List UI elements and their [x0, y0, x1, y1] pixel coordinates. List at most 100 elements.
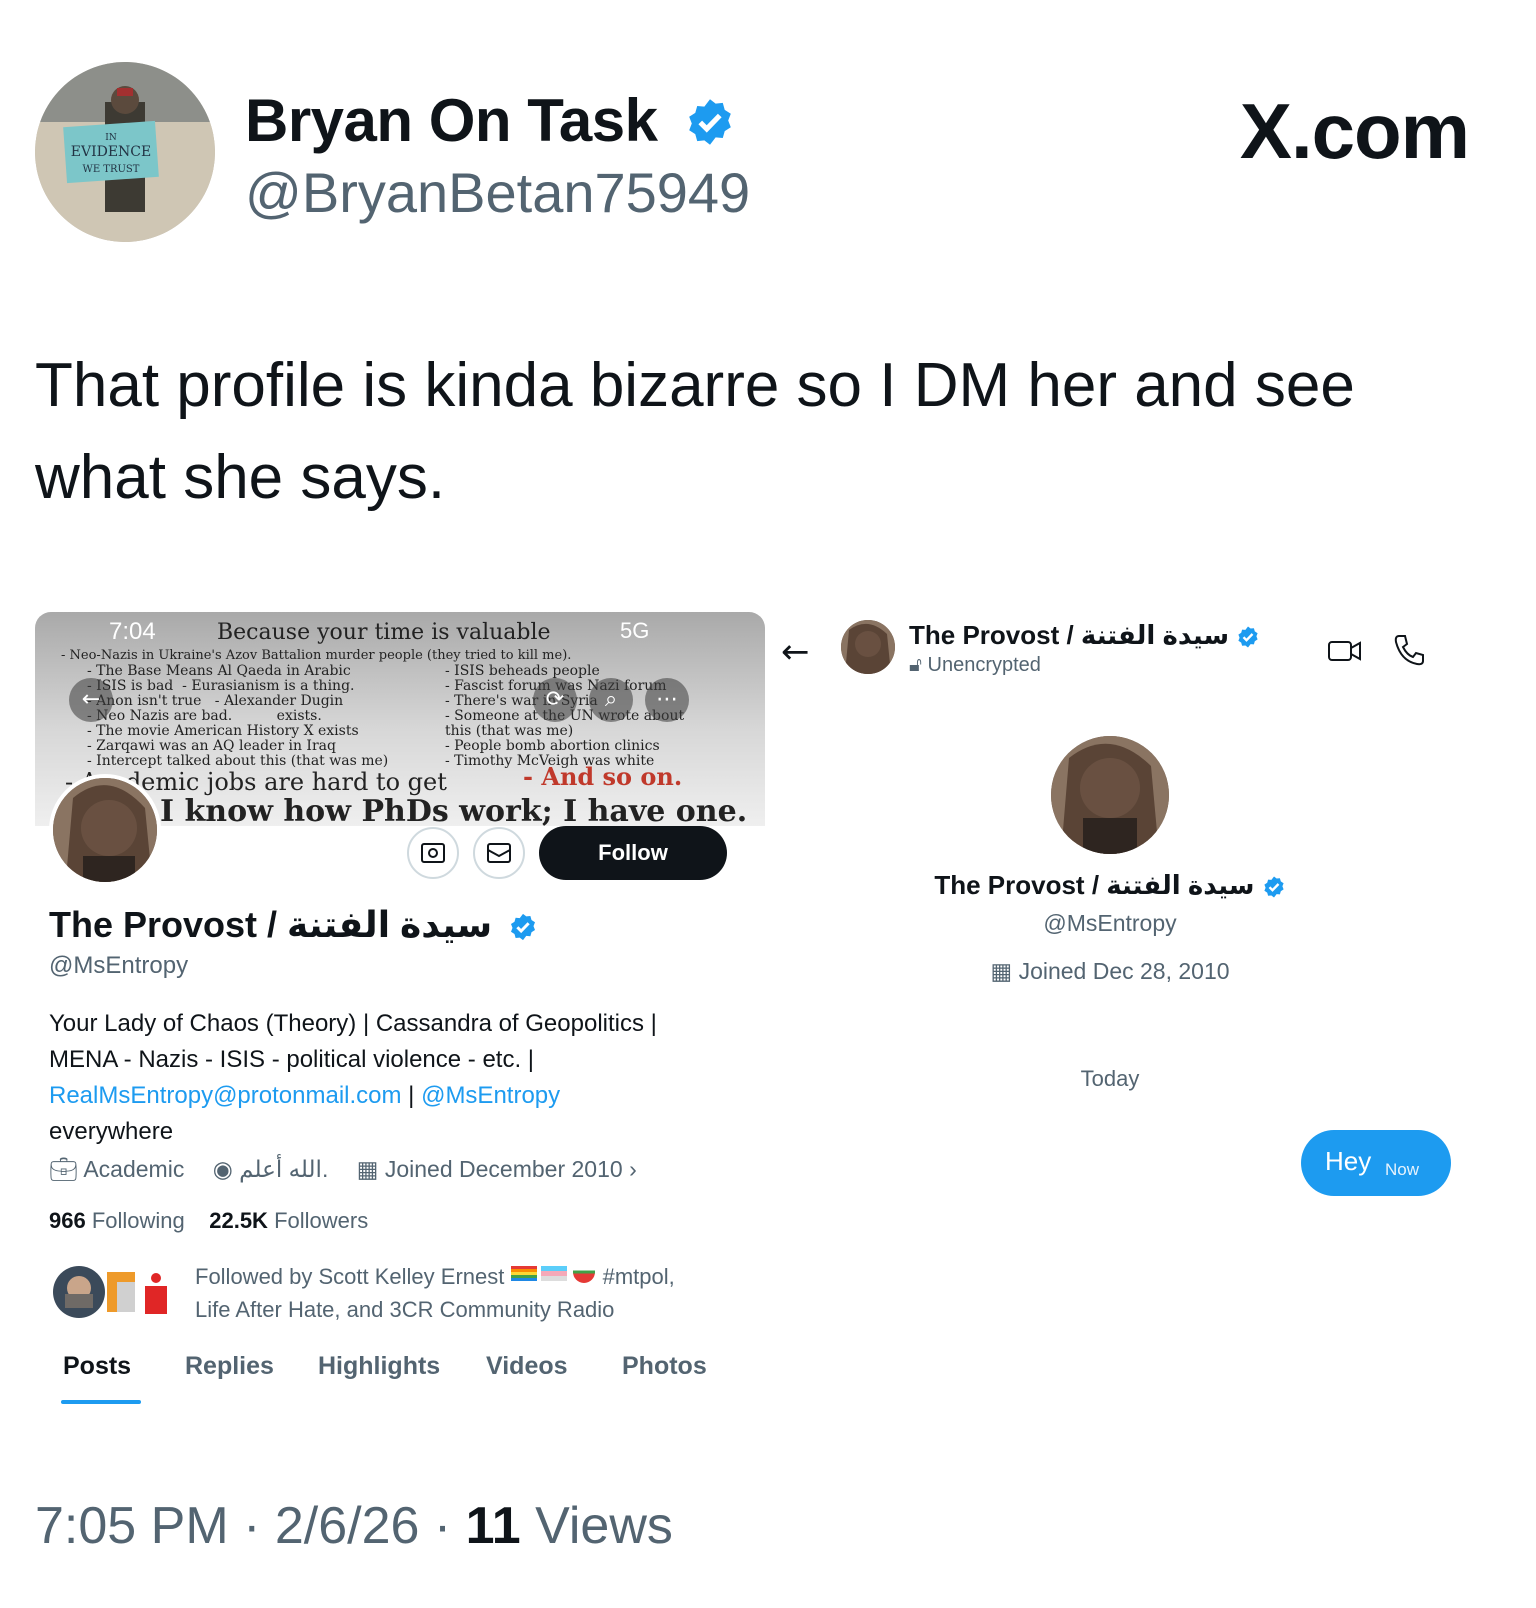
following-count: 966 [49, 1208, 86, 1233]
back-icon[interactable]: ← [69, 678, 113, 722]
banner-col1: - The Base Means Al Qaeda in Arabic - IS… [87, 663, 389, 769]
tab-photos[interactable]: Photos [622, 1352, 707, 1381]
verified-badge-icon [1238, 626, 1258, 648]
bio-mention-link[interactable]: @MsEntropy [421, 1082, 560, 1109]
dm-message-text: Hey [1325, 1146, 1372, 1176]
dm-profile-handle: @MsEntropy [1043, 910, 1177, 936]
phone-call-icon[interactable] [1389, 630, 1429, 670]
profile-name: The Provost / سيدة الفتنة [49, 904, 538, 946]
footer-sep-1: · [228, 1497, 275, 1555]
bio-line2: MENA - Nazis - ISIS - political violence… [49, 1046, 535, 1073]
views-label: Views [520, 1497, 673, 1555]
chevron-right-icon: › [629, 1156, 637, 1182]
tab-videos[interactable]: Videos [486, 1352, 568, 1381]
author-handle[interactable]: @BryanBetan75949 [245, 160, 750, 225]
message-icon[interactable] [473, 827, 525, 879]
followed-by-text: Followed by Scott Kelley Ernest #mtpol, … [195, 1260, 755, 1326]
tweet-date[interactable]: 2/6/26 [275, 1497, 420, 1555]
followers-count: 22.5K [209, 1208, 268, 1233]
back-arrow-icon[interactable]: ← [781, 632, 810, 672]
verified-badge-icon [684, 93, 736, 145]
tweet-header: IN EVIDENCE WE TRUST Bryan On Task @Brya… [35, 62, 1505, 244]
x-logo: X.com [1239, 87, 1470, 175]
dm-header-avatar[interactable] [841, 620, 895, 674]
dm-profile-name-text: The Provost / سيدة الفتنة [934, 870, 1255, 900]
profile-screenshot: 7:04 5G Because your time is valuable - … [35, 612, 765, 1432]
tab-posts[interactable]: Posts [63, 1352, 131, 1381]
dm-message-time: Now [1385, 1160, 1420, 1179]
followers-label: Followers [274, 1208, 369, 1233]
briefcase-icon: 💼︎ [49, 1156, 79, 1182]
flag-emoji-icons [510, 1264, 597, 1289]
calendar-icon: ▦ [356, 1156, 379, 1182]
status-time: 7:04 [109, 618, 156, 645]
dm-message-bubble[interactable]: Hey Now [1301, 1130, 1451, 1196]
dm-profile-name: The Provost / سيدة الفتنة [775, 870, 1445, 901]
active-tab-indicator [61, 1400, 141, 1404]
profile-name-text: The Provost / سيدة الفتنة [49, 904, 493, 945]
dm-joined-text: Joined Dec 28, 2010 [1018, 958, 1230, 984]
video-call-icon[interactable] [1325, 630, 1365, 670]
author-avatar[interactable]: IN EVIDENCE WE TRUST [35, 62, 215, 242]
location-pin-icon: ◉ [212, 1156, 233, 1182]
dm-screenshot: ← The Provost / سيدة الفتنة 🔓︎ Unencrypt… [775, 612, 1485, 1232]
profile-handle: @MsEntropy [49, 952, 189, 979]
tweet-time[interactable]: 7:05 PM [35, 1497, 229, 1555]
sign-text-2: EVIDENCE [71, 144, 152, 160]
verified-badge-icon [1264, 876, 1284, 898]
meta-joined-text: Joined December 2010 [384, 1156, 623, 1182]
refresh-icon[interactable]: ⟳ [533, 678, 577, 722]
follower-avatars [53, 1266, 167, 1318]
author-name[interactable]: Bryan On Task [245, 86, 736, 155]
dm-encryption-status: 🔓︎ Unencrypted [909, 654, 1041, 677]
bio-line4: everywhere [49, 1118, 174, 1145]
banner-line2: - Neo-Nazis in Ukraine's Azov Battalion … [61, 648, 572, 663]
subscribe-icon[interactable] [407, 827, 459, 879]
profile-bio: Your Lady of Chaos (Theory) | Cassandra … [49, 1006, 739, 1150]
followed-by-tag: #mtpol, [602, 1264, 675, 1289]
bio-email-link[interactable]: RealMsEntropy@protonmail.com [49, 1082, 402, 1109]
banner-so-on: - And so on. [523, 762, 683, 791]
author-name-text[interactable]: Bryan On Task [245, 87, 658, 154]
dm-profile-avatar[interactable] [1051, 736, 1169, 854]
footer-sep-2: · [419, 1497, 466, 1555]
banner-line1: Because your time is valuable [217, 620, 551, 645]
views-count: 11 [465, 1497, 521, 1555]
meta-location-text: الله أعلم. [239, 1156, 329, 1182]
sign-text-1: IN [105, 133, 117, 143]
calendar-icon: ▦ [990, 958, 1013, 984]
profile-avatar[interactable] [49, 774, 161, 886]
unlock-icon: 🔓︎ [909, 654, 922, 676]
dm-header-name-text[interactable]: The Provost / سيدة الفتنة [909, 620, 1229, 650]
verified-badge-icon [511, 914, 536, 941]
banner-phd: I know how PhDs work; I have one. [160, 794, 748, 826]
bio-line1: Your Lady of Chaos (Theory) | Cassandra … [49, 1010, 657, 1037]
meta-category: 💼︎ Academic [49, 1156, 184, 1182]
dm-profile-joined: ▦ Joined Dec 28, 2010 [775, 958, 1445, 985]
meta-category-text: Academic [83, 1156, 185, 1182]
dm-day-divider: Today [1080, 1066, 1140, 1091]
tab-highlights[interactable]: Highlights [318, 1352, 440, 1381]
meta-joined[interactable]: ▦ Joined December 2010 › [357, 1156, 637, 1182]
bio-line3: RealMsEntropy@protonmail.com | @MsEntrop… [49, 1078, 739, 1114]
followed-by[interactable]: Followed by Scott Kelley Ernest #mtpol, … [49, 1260, 749, 1330]
following-label: Following [91, 1208, 185, 1233]
profile-counts: 966 Following 22.5K Followers [49, 1208, 368, 1234]
profile-tabs: Posts Replies Highlights Videos Photos [35, 1352, 765, 1406]
followers-count-link[interactable]: 22.5K Followers [209, 1208, 368, 1233]
more-icon[interactable]: ⋯ [645, 678, 689, 722]
tab-replies[interactable]: Replies [185, 1352, 274, 1381]
bio-separator: | [401, 1082, 422, 1109]
dm-header-name[interactable]: The Provost / سيدة الفتنة [909, 620, 1260, 651]
followed-by-line2: Life After Hate, and 3CR Community Radio [195, 1297, 615, 1322]
profile-meta: 💼︎ Academic ◉ الله أعلم. ▦ Joined Decemb… [49, 1156, 659, 1183]
follow-button[interactable]: Follow [539, 826, 727, 880]
dm-encryption-text: Unencrypted [927, 654, 1041, 676]
tweet-footer: 7:05 PM · 2/6/26 · 11 Views [35, 1496, 673, 1556]
following-count-link[interactable]: 966 Following [49, 1208, 185, 1233]
search-icon[interactable]: ⌕ [589, 678, 633, 722]
followed-by-line1: Followed by Scott Kelley Ernest [195, 1264, 505, 1289]
meta-location: ◉ الله أعلم. [213, 1156, 329, 1182]
sign-text-3: WE TRUST [83, 164, 140, 175]
tweet-text: That profile is kinda bizarre so I DM he… [35, 351, 1355, 512]
